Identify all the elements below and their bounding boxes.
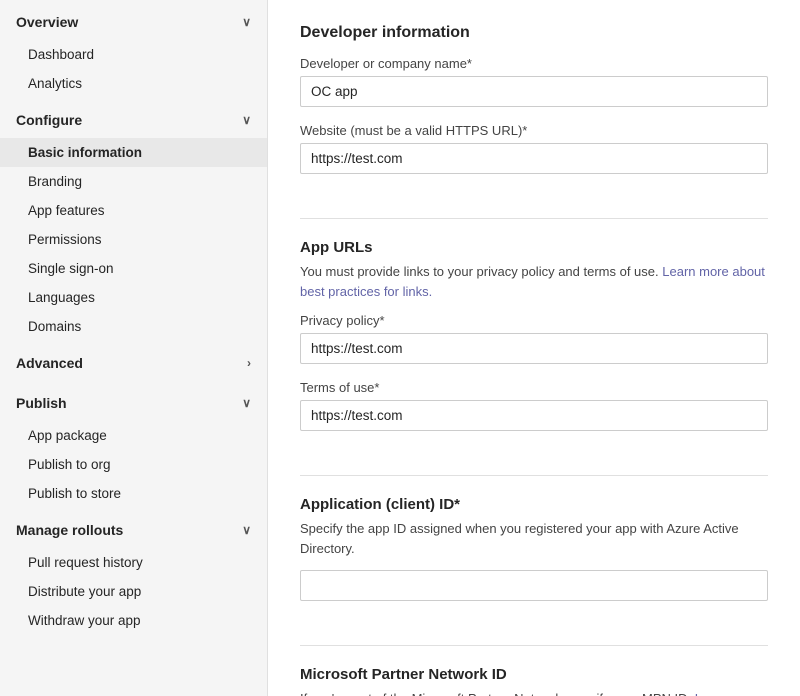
sidebar-item-dashboard[interactable]: Dashboard <box>0 40 267 69</box>
sidebar-item-app-features[interactable]: App features <box>0 196 267 225</box>
chevron-icon-publish: ∨ <box>242 396 251 410</box>
sidebar-section-label-configure: Configure <box>16 112 82 128</box>
sidebar-item-languages[interactable]: Languages <box>0 283 267 312</box>
mpn-description: If you're part of the Microsoft Partner … <box>300 689 768 696</box>
app-urls-description: You must provide links to your privacy p… <box>300 262 768 301</box>
sidebar-item-analytics[interactable]: Analytics <box>0 69 267 98</box>
sidebar-item-domains[interactable]: Domains <box>0 312 267 341</box>
chevron-icon-overview: ∨ <box>242 15 251 29</box>
company-name-label: Developer or company name* <box>300 56 768 71</box>
sidebar-item-pull-request-history[interactable]: Pull request history <box>0 548 267 577</box>
sidebar-section-label-publish: Publish <box>16 395 67 411</box>
chevron-icon-advanced: › <box>247 356 251 370</box>
terms-of-use-input[interactable] <box>300 400 768 431</box>
sidebar-section-configure[interactable]: Configure ∨ <box>0 98 267 138</box>
divider-2 <box>300 475 768 476</box>
sidebar-item-publish-to-store[interactable]: Publish to store <box>0 479 267 508</box>
app-urls-section: App URLs You must provide links to your … <box>300 239 768 447</box>
sidebar-item-basic-information[interactable]: Basic information <box>0 138 267 167</box>
website-input[interactable] <box>300 143 768 174</box>
divider-3 <box>300 645 768 646</box>
developer-info-title: Developer information <box>300 24 768 42</box>
developer-info-section: Developer information Developer or compa… <box>300 24 768 190</box>
sidebar-section-overview[interactable]: Overview ∨ <box>0 0 267 40</box>
sidebar-item-publish-to-org[interactable]: Publish to org <box>0 450 267 479</box>
divider-1 <box>300 218 768 219</box>
sidebar-section-label-overview: Overview <box>16 14 78 30</box>
sidebar-item-distribute-your-app[interactable]: Distribute your app <box>0 577 267 606</box>
sidebar-section-publish[interactable]: Publish ∨ <box>0 381 267 421</box>
sidebar-item-app-package[interactable]: App package <box>0 421 267 450</box>
privacy-policy-input[interactable] <box>300 333 768 364</box>
website-label: Website (must be a valid HTTPS URL)* <box>300 123 768 138</box>
chevron-icon-configure: ∨ <box>242 113 251 127</box>
sidebar-section-label-advanced: Advanced <box>16 355 83 371</box>
application-id-title: Application (client) ID* <box>300 496 768 513</box>
sidebar-item-withdraw-your-app[interactable]: Withdraw your app <box>0 606 267 635</box>
sidebar-item-permissions[interactable]: Permissions <box>0 225 267 254</box>
sidebar-section-advanced[interactable]: Advanced › <box>0 341 267 381</box>
sidebar: Overview ∨ DashboardAnalytics Configure ∨ Bas… <box>0 0 268 696</box>
chevron-icon-manage-rollouts: ∨ <box>242 523 251 537</box>
company-name-input[interactable] <box>300 76 768 107</box>
privacy-policy-label: Privacy policy* <box>300 313 768 328</box>
application-id-input[interactable] <box>300 570 768 601</box>
mpn-section: Microsoft Partner Network ID If you're p… <box>300 666 768 696</box>
sidebar-item-single-sign-on[interactable]: Single sign-on <box>0 254 267 283</box>
main-content: Developer information Developer or compa… <box>268 0 800 696</box>
application-id-section: Application (client) ID* Specify the app… <box>300 496 768 617</box>
terms-of-use-label: Terms of use* <box>300 380 768 395</box>
application-id-description: Specify the app ID assigned when you reg… <box>300 519 768 558</box>
sidebar-section-label-manage-rollouts: Manage rollouts <box>16 522 123 538</box>
mpn-title: Microsoft Partner Network ID <box>300 666 768 683</box>
sidebar-section-manage-rollouts[interactable]: Manage rollouts ∨ <box>0 508 267 548</box>
app-urls-title: App URLs <box>300 239 768 256</box>
sidebar-item-branding[interactable]: Branding <box>0 167 267 196</box>
